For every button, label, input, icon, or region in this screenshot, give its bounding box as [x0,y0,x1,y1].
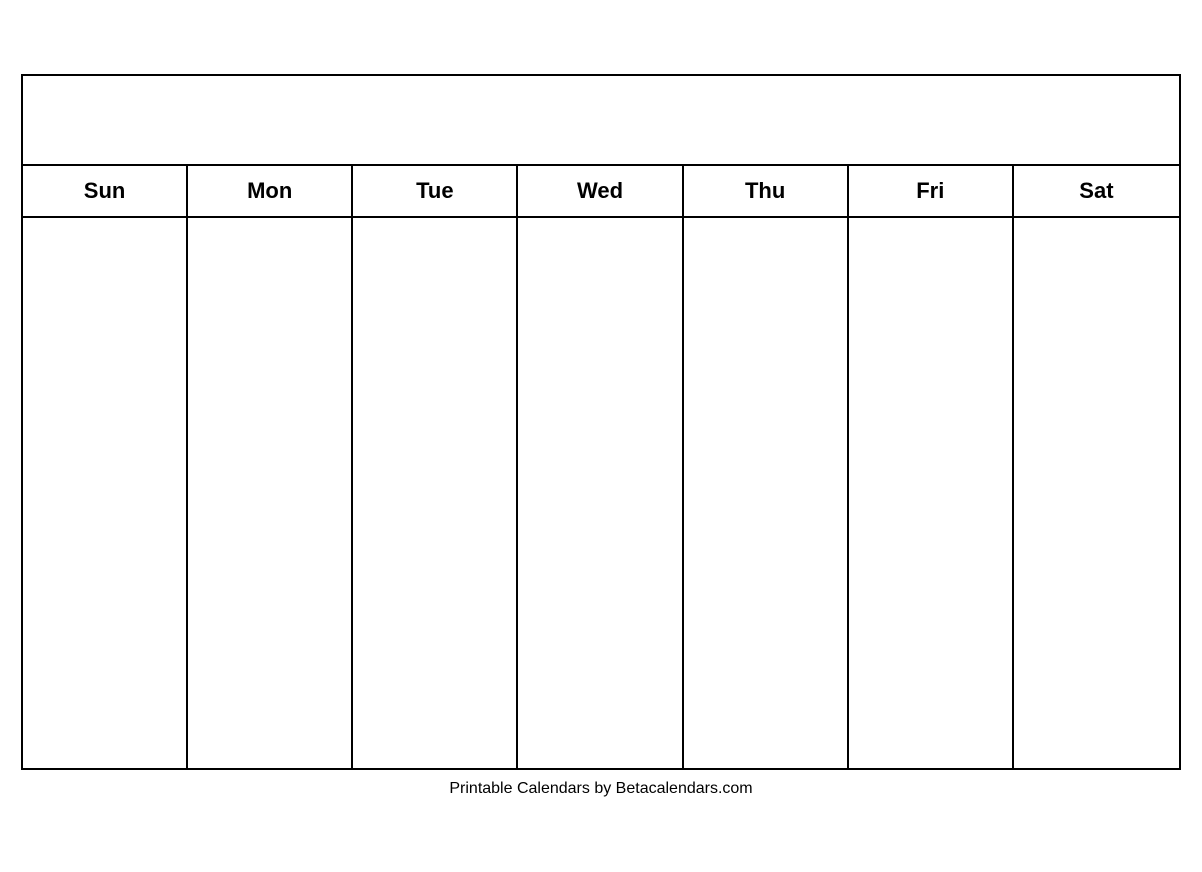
day-cell [353,658,518,768]
day-cell [1014,438,1179,548]
day-cell [1014,218,1179,328]
header-wed: Wed [518,166,683,216]
day-cell [188,548,353,658]
week-row-2 [23,328,1179,438]
day-cell [1014,658,1179,768]
day-cell [23,218,188,328]
calendar-container: Sun Mon Tue Wed Thu Fri Sat [21,74,1181,770]
day-cell [849,438,1014,548]
day-cell [188,328,353,438]
day-cell [518,218,683,328]
week-row-1 [23,218,1179,328]
day-cell [849,548,1014,658]
day-cell [353,438,518,548]
day-cell [23,438,188,548]
day-cell [23,658,188,768]
day-cell [849,218,1014,328]
week-row-3 [23,438,1179,548]
day-cell [353,548,518,658]
day-cell [23,328,188,438]
day-cell [188,218,353,328]
day-cell [188,438,353,548]
calendar-body [23,218,1179,768]
day-cell [684,548,849,658]
header-sat: Sat [1014,166,1179,216]
day-cell [353,328,518,438]
day-cell [188,658,353,768]
calendar-header-row: Sun Mon Tue Wed Thu Fri Sat [23,166,1179,218]
day-cell [1014,548,1179,658]
day-cell [849,328,1014,438]
day-cell [1014,328,1179,438]
day-cell [518,438,683,548]
day-cell [849,658,1014,768]
day-cell [353,218,518,328]
header-mon: Mon [188,166,353,216]
week-row-5 [23,658,1179,768]
header-thu: Thu [684,166,849,216]
header-tue: Tue [353,166,518,216]
day-cell [518,328,683,438]
footer-text: Printable Calendars by Betacalendars.com [449,780,752,797]
day-cell [684,438,849,548]
week-row-4 [23,548,1179,658]
calendar-wrapper: Sun Mon Tue Wed Thu Fri Sat [21,74,1181,798]
day-cell [684,658,849,768]
day-cell [518,658,683,768]
day-cell [684,218,849,328]
day-cell [23,548,188,658]
header-sun: Sun [23,166,188,216]
calendar-title-row [23,76,1179,166]
day-cell [684,328,849,438]
day-cell [518,548,683,658]
calendar-footer: Printable Calendars by Betacalendars.com [21,780,1181,798]
header-fri: Fri [849,166,1014,216]
